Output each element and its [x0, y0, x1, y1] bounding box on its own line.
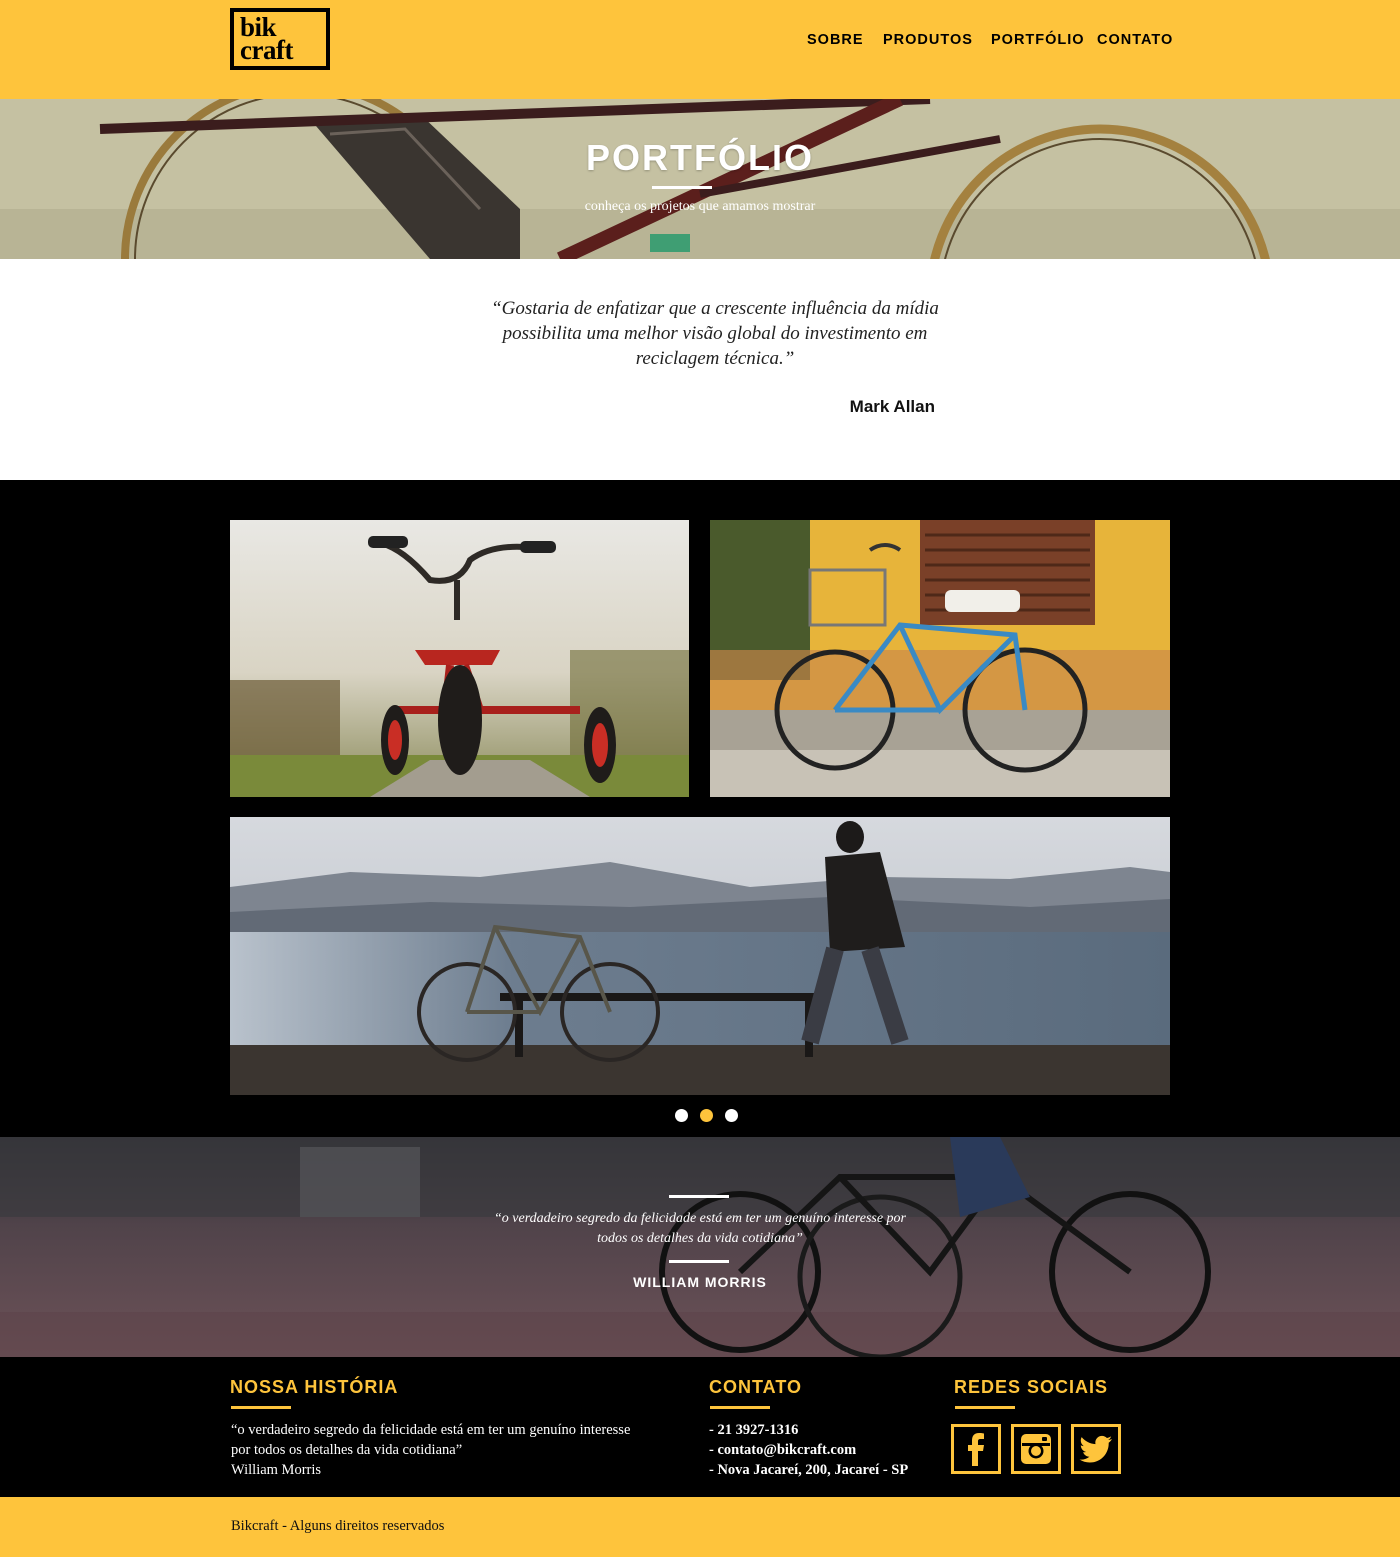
hero-divider — [652, 186, 712, 189]
band-quote-author: WILLIAM MORRIS — [633, 1274, 767, 1290]
copyright-text: Bikcraft - Alguns direitos reservados — [231, 1518, 445, 1534]
footer-history-title: NOSSA HISTÓRIA — [230, 1377, 399, 1397]
footer-history-text: “o verdadeiro segredo da felicidade está… — [231, 1422, 631, 1458]
quote-author: Mark Allan — [849, 397, 935, 416]
main-nav: SOBRE PRODUTOS PORTFÓLIO CONTATO — [800, 32, 1180, 50]
copyright-bar: Bikcraft - Alguns direitos reservados — [0, 1497, 1400, 1557]
quote-text: “Gostaria de enfatizar que a crescente i… — [491, 298, 939, 369]
site-header: bik craft SOBRE PRODUTOS PORTFÓLIO CONTA… — [0, 0, 1400, 99]
nav-portfolio[interactable]: PORTFÓLIO — [991, 32, 1085, 48]
footer-history-divider — [231, 1406, 291, 1409]
carousel-dot-1[interactable] — [675, 1109, 688, 1122]
blue-bicycle-photo[interactable] — [710, 520, 1170, 797]
footer-contact-phone: - 21 3927-1316 — [709, 1422, 799, 1438]
site-footer: NOSSA HISTÓRIA “o verdadeiro segredo da … — [0, 1357, 1400, 1497]
facebook-link[interactable] — [951, 1424, 1001, 1474]
footer-contact-divider — [710, 1406, 770, 1409]
facebook-icon — [968, 1433, 984, 1466]
tricycle-photo[interactable] — [230, 520, 689, 797]
band-divider-top — [669, 1195, 729, 1198]
twitter-icon — [1079, 1435, 1112, 1463]
bicycle-hero-image — [0, 99, 1400, 259]
nav-produtos[interactable]: PRODUTOS — [883, 32, 973, 48]
footer-contact-address: - Nova Jacareí, 200, Jacareí - SP — [709, 1462, 909, 1478]
hero-banner: PORTFÓLIO conheça os projetos que amamos… — [0, 99, 1400, 259]
band-divider-bottom — [669, 1260, 729, 1263]
quote-section: “Gostaria de enfatizar que a crescente i… — [0, 259, 1400, 480]
footer-social-title: REDES SOCIAIS — [954, 1377, 1109, 1397]
logo-line-2: craft — [240, 35, 293, 65]
bikcraft-logo[interactable]: bik craft — [230, 8, 330, 70]
hero-subtitle: conheça os projetos que amamos mostrar — [584, 199, 816, 214]
footer-contact-email[interactable]: - contato@bikcraft.com — [709, 1440, 856, 1460]
carousel-dot-2[interactable] — [700, 1109, 713, 1122]
portfolio-gallery — [0, 480, 1400, 1137]
twitter-link[interactable] — [1071, 1424, 1121, 1474]
instagram-icon — [1021, 1434, 1051, 1464]
instagram-link[interactable] — [1011, 1424, 1061, 1474]
hero-title: PORTFÓLIO — [586, 137, 814, 178]
nav-contato[interactable]: CONTATO — [1097, 32, 1173, 48]
footer-contact-title: CONTATO — [709, 1377, 802, 1397]
carousel-dot-3[interactable] — [725, 1109, 738, 1122]
carousel-pagination — [675, 1109, 745, 1123]
lake-cyclist-photo[interactable] — [230, 817, 1170, 1095]
quote-band: “o verdadeiro segredo da felicidade está… — [0, 1137, 1400, 1357]
footer-history-author: William Morris — [231, 1462, 322, 1478]
footer-social-divider — [955, 1406, 1015, 1409]
nav-sobre[interactable]: SOBRE — [807, 32, 864, 48]
band-quote-text: “o verdadeiro segredo da felicidade está… — [493, 1211, 906, 1246]
